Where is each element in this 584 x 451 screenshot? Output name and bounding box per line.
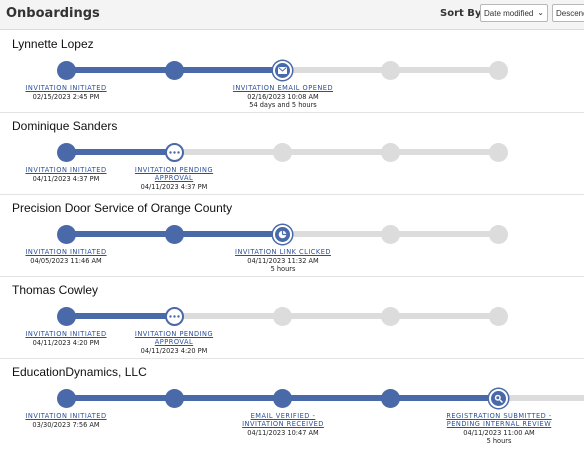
pie-icon (275, 227, 290, 242)
step-node-3 (273, 307, 292, 326)
step-node-1 (57, 61, 76, 80)
step-duration: 5 hours (486, 437, 512, 445)
step-node-4 (381, 143, 400, 162)
sort-order-select[interactable]: Descending (552, 4, 584, 22)
step-date: 04/11/2023 4:37 PM (140, 183, 208, 191)
step-label-link[interactable]: APPROVAL (109, 338, 239, 346)
step-date: 03/30/2023 7:56 AM (32, 421, 100, 429)
step-node-2 (165, 225, 184, 244)
step-node-1 (57, 225, 76, 244)
step-node-3 (273, 61, 292, 80)
step-label-link[interactable]: INVITATION PENDING (109, 166, 239, 174)
step-node-2 (165, 307, 184, 326)
step-date: 04/05/2023 11:46 AM (30, 257, 102, 265)
step-node-2 (165, 389, 184, 408)
step-node-1 (57, 143, 76, 162)
onboarding-name: Thomas Cowley (12, 283, 99, 297)
page-header: Onboardings Sort By: Date modified ⌄ Des… (0, 0, 584, 30)
step-label-link[interactable]: INVITATION EMAIL OPENED (218, 84, 348, 92)
onboarding-row[interactable]: Lynnette Lopez INVITATION INITIATED 02/1… (0, 31, 584, 113)
step-node-1 (57, 389, 76, 408)
page-title: Onboardings (6, 6, 100, 21)
step-node-1 (57, 307, 76, 326)
step-duration: 54 days and 5 hours (249, 101, 317, 109)
step-duration: 5 hours (270, 265, 296, 273)
search-icon (491, 391, 506, 406)
chevron-down-icon: ⌄ (537, 8, 544, 17)
progress-fill (66, 313, 174, 319)
step-node-3 (273, 225, 292, 244)
step-node-5 (489, 307, 508, 326)
step-label-link[interactable]: REGISTRATION SUBMITTED - (434, 412, 564, 420)
step-label-link[interactable]: INVITATION RECEIVED (218, 420, 348, 428)
onboarding-name: EducationDynamics, LLC (12, 365, 147, 379)
step-date: 02/15/2023 2:45 PM (32, 93, 100, 101)
step-label-link[interactable]: APPROVAL (109, 174, 239, 182)
onboarding-name: Dominique Sanders (12, 119, 118, 133)
progress-fill (66, 149, 174, 155)
step-date: 04/11/2023 11:32 AM (247, 257, 319, 265)
step-label-link[interactable]: INVITATION LINK CLICKED (218, 248, 348, 256)
step-date: 04/11/2023 11:00 AM (463, 429, 535, 437)
step-date: 04/11/2023 4:20 PM (140, 347, 208, 355)
step-node-5 (489, 143, 508, 162)
onboarding-row[interactable]: EducationDynamics, LLC INVITATION INITIA… (0, 359, 584, 451)
ellipsis-icon (167, 145, 182, 160)
step-label-link[interactable]: INVITATION INITIATED (1, 412, 131, 420)
onboarding-row[interactable]: Thomas Cowley INVITATION INITIATED 04/11… (0, 277, 584, 359)
step-label-link[interactable]: INVITATION PENDING (109, 330, 239, 338)
step-node-2 (165, 61, 184, 80)
step-node-3 (273, 143, 292, 162)
step-node-5 (489, 225, 508, 244)
step-node-4 (381, 389, 400, 408)
step-date: 02/16/2023 10:08 AM (247, 93, 319, 101)
onboarding-name: Precision Door Service of Orange County (12, 201, 233, 215)
step-node-4 (381, 307, 400, 326)
step-label-link[interactable]: PENDING INTERNAL REVIEW (434, 420, 564, 428)
onboarding-row[interactable]: Dominique Sanders INVITATION INITIATED 0… (0, 113, 584, 195)
step-node-3 (273, 389, 292, 408)
step-date: 04/11/2023 10:47 AM (247, 429, 319, 437)
step-label-link[interactable]: EMAIL VERIFIED - (218, 412, 348, 420)
step-node-4 (381, 225, 400, 244)
onboarding-row[interactable]: Precision Door Service of Orange County … (0, 195, 584, 277)
step-label-link[interactable]: INVITATION INITIATED (1, 248, 131, 256)
step-node-5 (489, 389, 508, 408)
step-label-link[interactable]: INVITATION INITIATED (1, 84, 131, 92)
onboarding-name: Lynnette Lopez (12, 37, 94, 51)
envelope-icon (275, 63, 290, 78)
sort-field-select[interactable]: Date modified ⌄ (480, 4, 548, 22)
step-node-2 (165, 143, 184, 162)
sort-order-value: Descending (556, 9, 584, 18)
step-node-5 (489, 61, 508, 80)
sort-label: Sort By: (440, 8, 486, 19)
step-node-4 (381, 61, 400, 80)
ellipsis-icon (167, 309, 182, 324)
sort-field-value: Date modified (484, 9, 534, 18)
